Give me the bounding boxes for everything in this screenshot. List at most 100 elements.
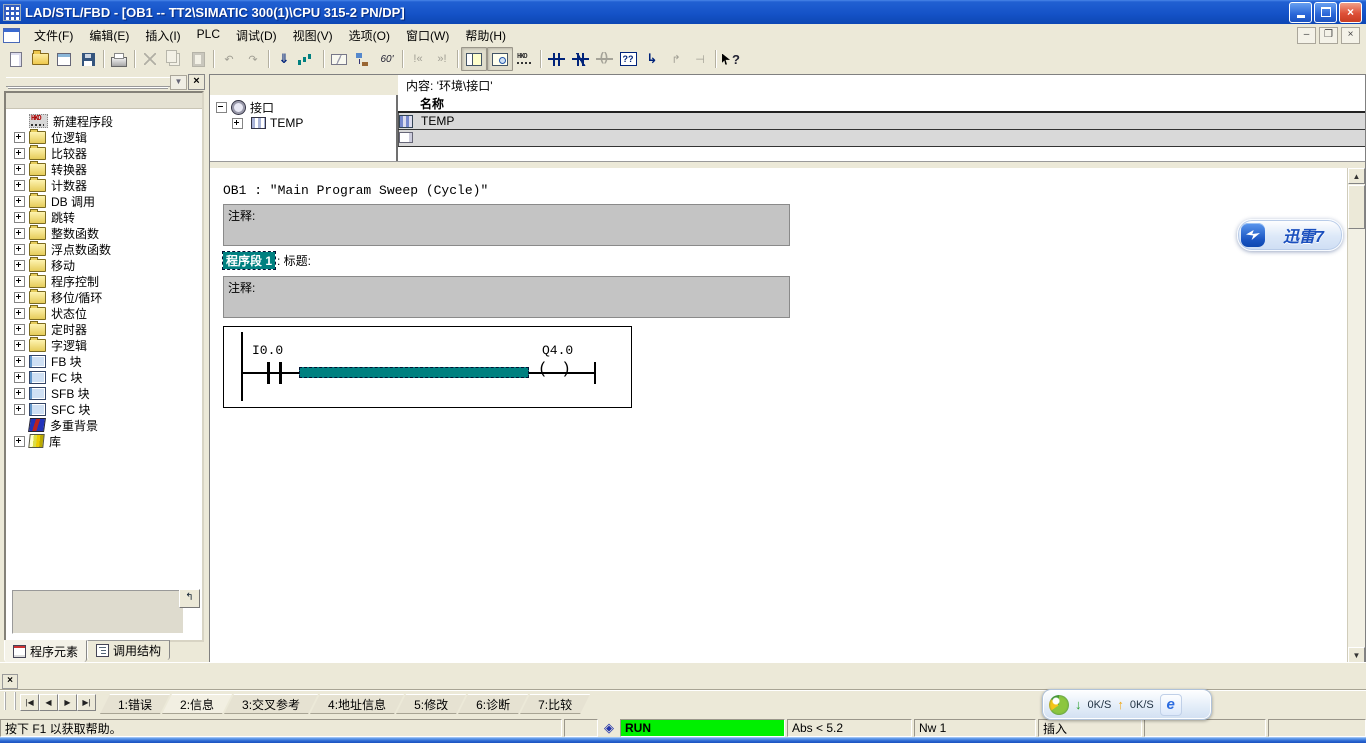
sidebar-item[interactable]: 程序控制 bbox=[6, 273, 202, 289]
contact-operand[interactable]: I0.0 bbox=[252, 343, 283, 358]
redo-button[interactable]: ↷ bbox=[241, 48, 265, 70]
monitor-glasses-button[interactable]: 60' bbox=[375, 48, 399, 70]
scroll-down-button[interactable]: ▼ bbox=[1348, 647, 1365, 663]
menu-item[interactable]: 插入(I) bbox=[137, 24, 188, 47]
mdi-minimize-button[interactable]: – bbox=[1297, 27, 1316, 44]
sidebar-item[interactable]: 字逻辑 bbox=[6, 337, 202, 353]
pane-grip[interactable]: ▼ × bbox=[2, 74, 205, 89]
sidebar-item[interactable]: 库 bbox=[6, 433, 202, 449]
menu-item[interactable]: 文件(F) bbox=[26, 24, 81, 47]
sidebar-item[interactable]: FB 块 bbox=[6, 353, 202, 369]
open-branch-button[interactable]: ↳ bbox=[640, 48, 664, 70]
sidebar-item[interactable]: 定时器 bbox=[6, 321, 202, 337]
expand-icon[interactable] bbox=[14, 244, 25, 255]
coil-operand[interactable]: Q4.0 bbox=[542, 343, 573, 358]
code-area[interactable]: OB1 : "Main Program Sweep (Cycle)" 注释: 程… bbox=[210, 168, 1348, 663]
sidebar-item[interactable]: 整数函数 bbox=[6, 225, 202, 241]
last-tab-button[interactable]: ▶| bbox=[77, 694, 96, 711]
mdi-close-button[interactable]: × bbox=[1341, 27, 1360, 44]
expand-icon[interactable] bbox=[14, 164, 25, 175]
expand-icon[interactable] bbox=[14, 196, 25, 207]
declaration-row[interactable]: TEMP bbox=[398, 113, 1365, 130]
open-online-button[interactable] bbox=[52, 48, 76, 70]
pane-tab[interactable]: 调用结构 bbox=[87, 640, 170, 660]
editor-scrollbar[interactable]: ▲ ▼ bbox=[1347, 168, 1365, 663]
net-speed-widget[interactable]: ↓ 0K/S ↑ 0K/S e bbox=[1042, 689, 1212, 720]
sidebar-item[interactable]: 状态位 bbox=[6, 305, 202, 321]
sidebar-item[interactable]: 移位/循环 bbox=[6, 289, 202, 305]
block-comment-box[interactable]: 注释: bbox=[223, 204, 790, 246]
expand-icon[interactable] bbox=[14, 260, 25, 271]
sidebar-item[interactable]: FC 块 bbox=[6, 369, 202, 385]
help-button[interactable]: ? bbox=[719, 48, 743, 70]
expand-icon[interactable] bbox=[14, 356, 25, 367]
sidebar-item[interactable]: 比较器 bbox=[6, 145, 202, 161]
sidebar-item[interactable]: SFC 块 bbox=[6, 401, 202, 417]
sidebar-item[interactable]: SFB 块 bbox=[6, 385, 202, 401]
expand-icon[interactable] bbox=[14, 276, 25, 287]
expand-icon[interactable] bbox=[232, 118, 243, 129]
print-button[interactable] bbox=[107, 48, 131, 70]
prev-tab-button[interactable]: ◀ bbox=[39, 694, 58, 711]
output-tab[interactable]: 4:地址信息 bbox=[310, 694, 404, 714]
sidebar-item[interactable]: 浮点数函数 bbox=[6, 241, 202, 257]
scroll-up-button[interactable]: ▲ bbox=[1348, 168, 1365, 184]
first-tab-button[interactable]: |◀ bbox=[20, 694, 39, 711]
expand-icon[interactable] bbox=[14, 212, 25, 223]
menu-item[interactable]: 窗口(W) bbox=[398, 24, 457, 47]
temp-tree-item[interactable]: TEMP bbox=[210, 115, 396, 131]
open-button[interactable] bbox=[28, 48, 52, 70]
expand-icon[interactable] bbox=[14, 148, 25, 159]
download-button[interactable]: ⇓ bbox=[272, 48, 296, 70]
restore-button[interactable] bbox=[1314, 2, 1337, 23]
undo-button[interactable]: ↶ bbox=[217, 48, 241, 70]
close-branch-button[interactable]: ↱ bbox=[664, 48, 688, 70]
sidebar-item[interactable]: 计数器 bbox=[6, 177, 202, 193]
address-info-button[interactable] bbox=[327, 48, 351, 70]
save-button[interactable] bbox=[76, 48, 100, 70]
sidebar-item[interactable]: 移动 bbox=[6, 257, 202, 273]
document-window-icon[interactable] bbox=[3, 28, 20, 43]
minimize-button[interactable] bbox=[1289, 2, 1312, 23]
pane-dropdown-button[interactable]: ▼ bbox=[170, 75, 187, 90]
new-network-button[interactable] bbox=[513, 48, 537, 70]
browser-icon[interactable]: e bbox=[1160, 694, 1182, 716]
expand-icon[interactable] bbox=[14, 372, 25, 383]
selected-wire-segment[interactable] bbox=[299, 367, 529, 378]
sidebar-item[interactable]: 转换器 bbox=[6, 161, 202, 177]
network-comment-box[interactable]: 注释: bbox=[223, 276, 790, 318]
paste-button[interactable] bbox=[186, 48, 210, 70]
output-tab[interactable]: 1:错误 bbox=[100, 694, 170, 714]
new-file-button[interactable] bbox=[4, 48, 28, 70]
connector-button[interactable]: ⊣ bbox=[688, 48, 712, 70]
copy-button[interactable] bbox=[162, 48, 186, 70]
expand-icon[interactable] bbox=[14, 340, 25, 351]
expand-icon[interactable] bbox=[14, 404, 25, 415]
expand-icon[interactable] bbox=[14, 132, 25, 143]
cut-button[interactable] bbox=[138, 48, 162, 70]
sidebar-item[interactable]: 跳转 bbox=[6, 209, 202, 225]
contact-nc-button[interactable] bbox=[568, 48, 592, 70]
next-tab-button[interactable]: ▶ bbox=[58, 694, 77, 711]
ladder-network-frame[interactable]: I0.0 Q4.0 ( ) bbox=[223, 326, 632, 408]
collapse-preview-button[interactable]: ↰ bbox=[179, 589, 200, 608]
interface-tree-item[interactable]: 接口 bbox=[210, 99, 396, 115]
expand-icon[interactable] bbox=[14, 324, 25, 335]
output-grip[interactable] bbox=[4, 692, 16, 710]
network-title-suffix[interactable]: : 标题: bbox=[277, 252, 311, 269]
expand-icon[interactable] bbox=[14, 228, 25, 239]
output-tab[interactable]: 5:修改 bbox=[396, 694, 466, 714]
expand-icon[interactable] bbox=[14, 388, 25, 399]
menu-item[interactable]: 调试(D) bbox=[228, 24, 285, 47]
close-button[interactable]: × bbox=[1339, 2, 1362, 23]
expand-icon[interactable] bbox=[14, 292, 25, 303]
expand-icon[interactable] bbox=[14, 180, 25, 191]
split-view-button[interactable] bbox=[461, 47, 487, 71]
expand-icon[interactable] bbox=[14, 436, 25, 447]
empty-box-button[interactable]: ?? bbox=[616, 48, 640, 70]
detail-view-button[interactable] bbox=[487, 47, 513, 71]
menu-item[interactable]: 帮助(H) bbox=[457, 24, 514, 47]
output-tab[interactable]: 7:比较 bbox=[520, 694, 590, 714]
goto-next-error-button[interactable]: »! bbox=[430, 48, 454, 70]
output-tab[interactable]: 2:信息 bbox=[162, 694, 232, 714]
